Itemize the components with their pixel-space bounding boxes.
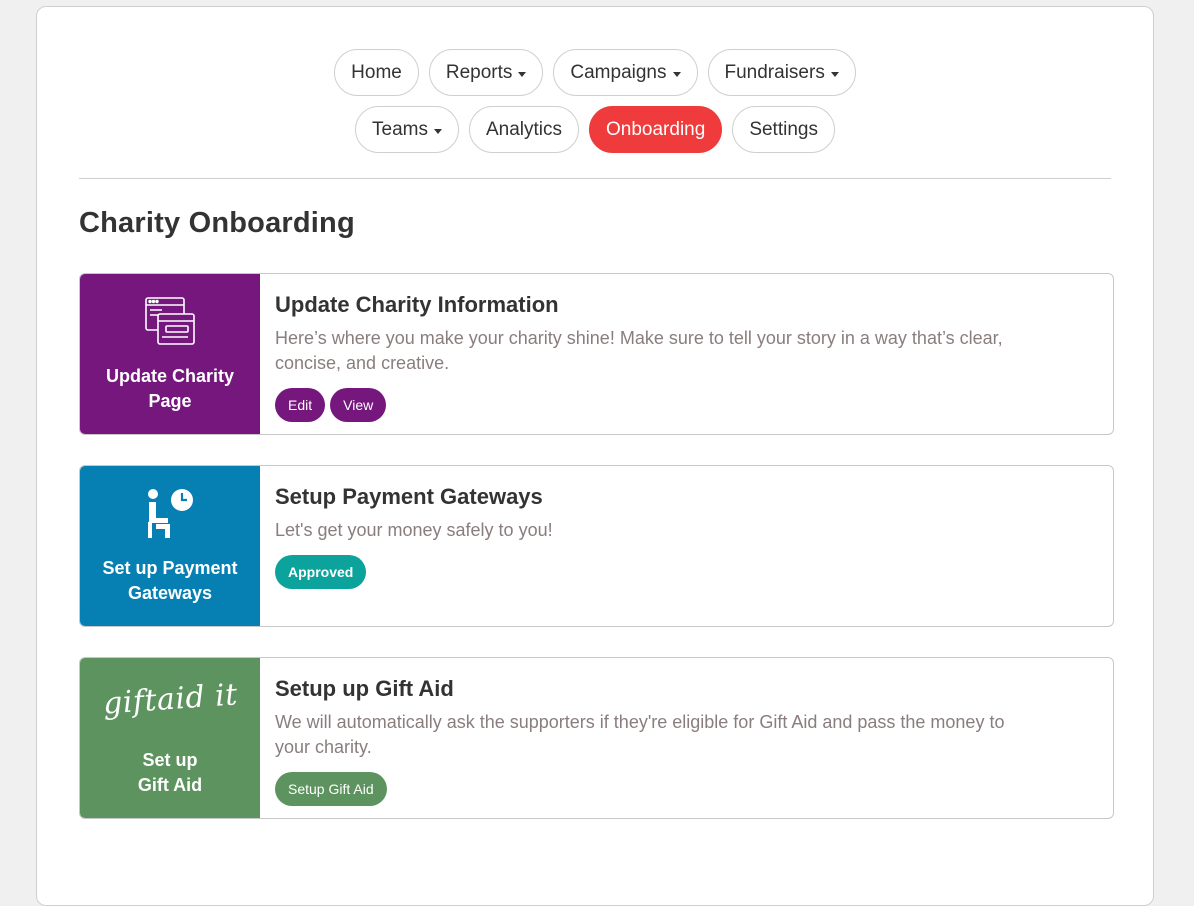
nav-onboarding-label: Onboarding <box>606 118 706 140</box>
nav-onboarding[interactable]: Onboarding <box>589 106 723 153</box>
card-gift-aid: giftaid it Set up Gift Aid Setup up Gift… <box>79 657 1114 819</box>
tile-payment-gateways[interactable]: Set up Payment Gateways <box>80 466 260 626</box>
nav-home[interactable]: Home <box>334 49 419 96</box>
nav-teams[interactable]: Teams <box>355 106 459 153</box>
nav-teams-label: Teams <box>372 118 428 140</box>
caret-down-icon <box>518 71 527 77</box>
caret-down-icon <box>433 128 442 134</box>
setup-gift-aid-button[interactable]: Setup Gift Aid <box>275 772 387 806</box>
giftaid-logo: giftaid it <box>80 677 260 721</box>
nav-analytics[interactable]: Analytics <box>468 106 580 153</box>
card-title: Setup Payment Gateways <box>275 484 543 509</box>
nav-divider <box>79 178 1111 179</box>
card-update-charity: Update Charity Page Update Charity Infor… <box>79 273 1114 435</box>
card-body: Setup up Gift Aid We will automatically … <box>275 676 1093 806</box>
tile-gift-aid[interactable]: giftaid it Set up Gift Aid <box>80 658 260 818</box>
edit-button[interactable]: Edit <box>275 388 326 422</box>
card-body: Setup Payment Gateways Let's get your mo… <box>275 484 1093 589</box>
nav-reports[interactable]: Reports <box>428 49 544 96</box>
nav-settings[interactable]: Settings <box>732 106 835 153</box>
page-title: Charity Onboarding <box>79 207 355 239</box>
tile-label: Update Charity Page <box>105 366 235 411</box>
nav-campaigns[interactable]: Campaigns <box>553 49 698 96</box>
webpage-icon <box>80 296 260 348</box>
nav-analytics-label: Analytics <box>485 118 563 140</box>
tile-update-charity-page[interactable]: Update Charity Page <box>80 274 260 434</box>
giftaid-logo-text: giftaid it <box>101 677 239 722</box>
nav-fundraisers[interactable]: Fundraisers <box>707 49 856 96</box>
card-actions: Edit View <box>275 388 1093 422</box>
card-description: Here’s where you make your charity shine… <box>275 328 1003 373</box>
card-description: We will automatically ask the supporters… <box>275 712 1005 757</box>
card-title: Update Charity Information <box>275 292 559 317</box>
caret-down-icon <box>830 71 839 77</box>
card-description: Let's get your money safely to you! <box>275 520 553 540</box>
nav-campaigns-label: Campaigns <box>570 61 667 83</box>
tile-label: Set up Gift Aid <box>137 750 203 795</box>
main-panel: Home Reports Campaigns Fundraisers Teams… <box>36 6 1154 906</box>
card-payment-gateways: Set up Payment Gateways Setup Payment Ga… <box>79 465 1114 627</box>
nav-settings-label: Settings <box>749 118 818 140</box>
person-clock-icon <box>80 488 260 540</box>
nav-home-label: Home <box>351 61 402 83</box>
view-button[interactable]: View <box>330 388 387 422</box>
nav-row-2: Teams Analytics Onboarding Settings <box>37 106 1153 153</box>
caret-down-icon <box>672 71 681 77</box>
card-title: Setup up Gift Aid <box>275 676 454 701</box>
approved-status-badge: Approved <box>275 555 367 589</box>
nav-row-1: Home Reports Campaigns Fundraisers <box>37 49 1153 96</box>
card-body: Update Charity Information Here’s where … <box>275 292 1093 422</box>
nav-fundraisers-label: Fundraisers <box>724 61 825 83</box>
nav-reports-label: Reports <box>445 61 513 83</box>
card-actions: Approved <box>275 555 1093 589</box>
tile-label: Set up Payment Gateways <box>102 558 238 603</box>
card-actions: Setup Gift Aid <box>275 772 1093 806</box>
